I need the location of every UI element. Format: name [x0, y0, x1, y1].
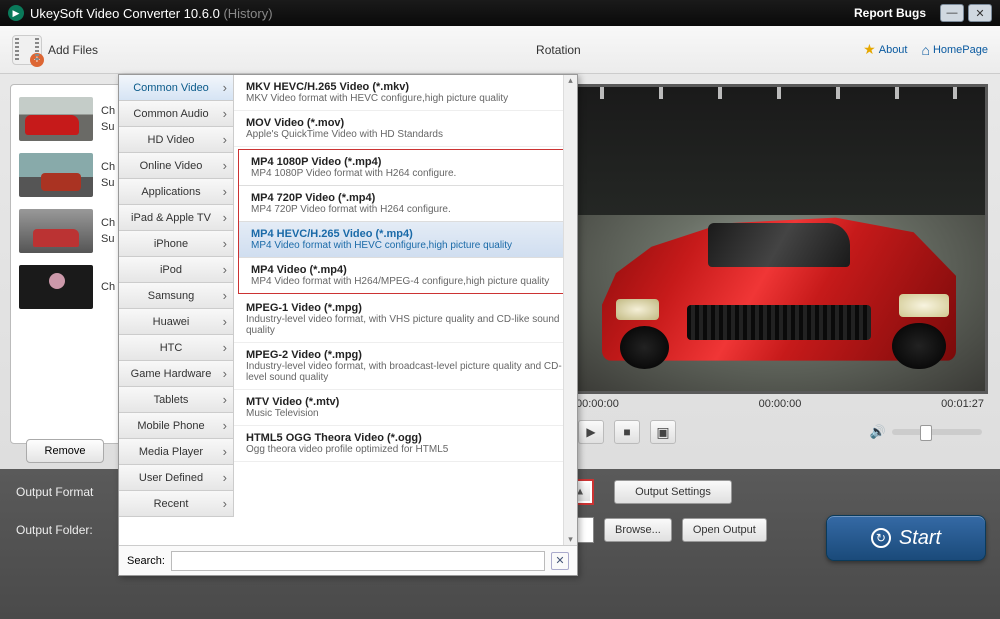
- volume-icon: 🔊: [870, 424, 886, 440]
- snapshot-button[interactable]: ▣: [650, 420, 676, 444]
- category-item[interactable]: Media Player: [119, 439, 234, 465]
- video-preview[interactable]: [570, 84, 988, 394]
- category-item[interactable]: Huawei: [119, 309, 234, 335]
- category-item[interactable]: Mobile Phone: [119, 413, 234, 439]
- format-item[interactable]: HTML5 OGG Theora Video (*.ogg)Ogg theora…: [234, 426, 577, 462]
- format-item[interactable]: MP4 720P Video (*.mp4)MP4 720P Video for…: [239, 186, 572, 222]
- format-item[interactable]: MP4 Video (*.mp4)MP4 Video format with H…: [239, 258, 572, 293]
- main-area: ChSu ChSu ChSu Ch Remove: [0, 74, 1000, 469]
- search-row: Search: ✕: [119, 545, 577, 575]
- format-item[interactable]: MPEG-1 Video (*.mpg)Industry-level video…: [234, 296, 577, 343]
- category-item[interactable]: HTC: [119, 335, 234, 361]
- scrollbar[interactable]: [563, 75, 577, 545]
- category-item[interactable]: Online Video: [119, 153, 234, 179]
- open-output-button[interactable]: Open Output: [682, 518, 767, 542]
- stop-button[interactable]: ■: [614, 420, 640, 444]
- player-controls: ▶ ■ ▣ 🔊: [570, 414, 990, 450]
- format-list: MKV HEVC/H.265 Video (*.mkv)MKV Video fo…: [234, 75, 577, 545]
- time-end: 00:01:27: [941, 398, 984, 410]
- category-item[interactable]: iPad & Apple TV: [119, 205, 234, 231]
- video-thumbnail: [19, 153, 93, 197]
- format-item[interactable]: MKV HEVC/H.265 Video (*.mkv)MKV Video fo…: [234, 75, 577, 111]
- format-item[interactable]: MOV Video (*.mov)Apple's QuickTime Video…: [234, 111, 577, 147]
- toolbar: + Add Files Rotation ★About ⌂HomePage: [0, 26, 1000, 74]
- output-format-label: Output Format: [16, 485, 116, 499]
- about-link[interactable]: ★About: [863, 41, 907, 58]
- output-folder-label: Output Folder:: [16, 523, 116, 537]
- category-item[interactable]: HD Video: [119, 127, 234, 153]
- plus-badge-icon: +: [30, 53, 44, 67]
- search-clear-button[interactable]: ✕: [551, 552, 569, 570]
- app-title: UkeySoft Video Converter 10.6.0 (History…: [30, 6, 854, 21]
- category-item[interactable]: User Defined: [119, 465, 234, 491]
- volume-slider[interactable]: [892, 429, 982, 435]
- category-item[interactable]: Tablets: [119, 387, 234, 413]
- timeline: 00:00:00 00:00:00 00:01:27: [570, 394, 990, 414]
- remove-button[interactable]: Remove: [26, 439, 104, 463]
- category-item[interactable]: Samsung: [119, 283, 234, 309]
- category-item[interactable]: Applications: [119, 179, 234, 205]
- star-icon: ★: [863, 41, 876, 58]
- homepage-link[interactable]: ⌂HomePage: [921, 42, 988, 58]
- format-item[interactable]: MTV Video (*.mtv)Music Television: [234, 390, 577, 426]
- preview-car-image: [602, 215, 956, 361]
- play-button[interactable]: ▶: [578, 420, 604, 444]
- time-current: 00:00:00: [759, 398, 802, 410]
- format-item[interactable]: MP4 1080P Video (*.mp4)MP4 1080P Video f…: [239, 150, 572, 186]
- app-logo-icon: ▶: [8, 5, 24, 21]
- video-thumbnail: [19, 209, 93, 253]
- add-files-button[interactable]: + Add Files: [12, 35, 98, 65]
- search-input[interactable]: [171, 551, 545, 571]
- titlebar: ▶ UkeySoft Video Converter 10.6.0 (Histo…: [0, 0, 1000, 26]
- home-icon: ⌂: [921, 42, 929, 58]
- rotation-button[interactable]: Rotation: [536, 43, 581, 57]
- video-thumbnail: [19, 265, 93, 309]
- time-start: 00:00:00: [576, 398, 619, 410]
- film-icon: +: [12, 35, 42, 65]
- video-thumbnail: [19, 97, 93, 141]
- close-button[interactable]: ✕: [968, 4, 992, 22]
- category-item[interactable]: Recent: [119, 491, 234, 517]
- search-label: Search:: [127, 555, 165, 567]
- category-item[interactable]: Game Hardware: [119, 361, 234, 387]
- category-item[interactable]: Common Video: [119, 75, 234, 101]
- report-bugs-link[interactable]: Report Bugs: [854, 6, 926, 20]
- output-settings-button[interactable]: Output Settings: [614, 480, 732, 504]
- minimize-button[interactable]: —: [940, 4, 964, 22]
- category-list: Common VideoCommon AudioHD VideoOnline V…: [119, 75, 234, 517]
- format-dropdown: Common VideoCommon AudioHD VideoOnline V…: [118, 74, 578, 576]
- category-item[interactable]: iPod: [119, 257, 234, 283]
- format-item[interactable]: MPEG-2 Video (*.mpg)Industry-level video…: [234, 343, 577, 390]
- format-item[interactable]: MP4 HEVC/H.265 Video (*.mp4)MP4 Video fo…: [239, 222, 572, 258]
- preview-panel: 00:00:00 00:00:00 00:01:27 ▶ ■ ▣ 🔊: [560, 74, 1000, 469]
- category-item[interactable]: iPhone: [119, 231, 234, 257]
- refresh-icon: ↻: [871, 528, 891, 548]
- highlighted-format-group: MP4 1080P Video (*.mp4)MP4 1080P Video f…: [238, 149, 573, 294]
- start-button[interactable]: ↻ Start: [826, 515, 986, 561]
- category-item[interactable]: Common Audio: [119, 101, 234, 127]
- browse-button[interactable]: Browse...: [604, 518, 672, 542]
